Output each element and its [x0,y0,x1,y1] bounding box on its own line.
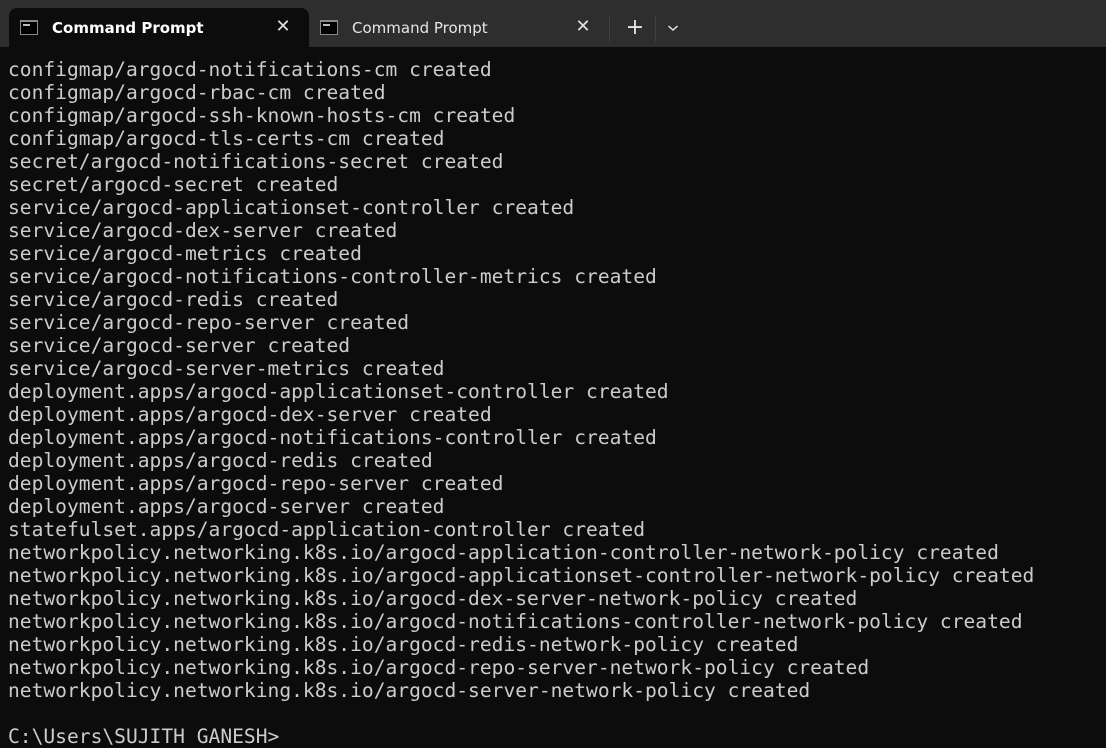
terminal-line: networkpolicy.networking.k8s.io/argocd-a… [8,541,999,564]
terminal-line: networkpolicy.networking.k8s.io/argocd-r… [8,633,799,656]
terminal-line: networkpolicy.networking.k8s.io/argocd-s… [8,679,811,702]
tab-command-prompt-1[interactable]: Command Prompt ✕ [9,8,309,47]
chevron-down-icon [668,25,678,32]
terminal-line: deployment.apps/argocd-repo-server creat… [8,472,504,495]
close-tab-button[interactable]: ✕ [573,17,593,37]
terminal-line: service/argocd-dex-server created [8,219,398,242]
cmd-icon [320,20,338,35]
tab-label: Command Prompt [52,19,204,37]
terminal-line: deployment.apps/argocd-applicationset-co… [8,380,669,403]
tab-command-prompt-2[interactable]: Command Prompt ✕ [309,8,609,47]
terminal-line: networkpolicy.networking.k8s.io/argocd-a… [8,564,1035,587]
terminal-line: deployment.apps/argocd-server created [8,495,445,518]
terminal-line: service/argocd-metrics created [8,242,362,265]
cmd-icon [20,20,38,35]
tab-dropdown-button[interactable] [660,15,686,41]
terminal-line: deployment.apps/argocd-redis created [8,449,433,472]
terminal-line: service/argocd-repo-server created [8,311,410,334]
tab-bar: Command Prompt ✕ Command Prompt ✕ + [0,0,1106,47]
tab-divider [609,15,610,42]
terminal-line: service/argocd-redis created [8,288,339,311]
terminal-line: secret/argocd-secret created [8,173,339,196]
command-prompt[interactable]: C:\Users\SUJITH GANESH> [8,725,1034,748]
terminal-line: configmap/argocd-tls-certs-cm created [8,127,445,150]
terminal-output[interactable]: configmap/argocd-notifications-cm create… [0,47,1106,748]
terminal-line: deployment.apps/argocd-dex-server create… [8,403,492,426]
terminal-line: service/argocd-server-metrics created [8,357,445,380]
terminal-line: networkpolicy.networking.k8s.io/argocd-r… [8,656,870,679]
terminal-line: networkpolicy.networking.k8s.io/argocd-n… [8,610,1023,633]
tab-divider [655,15,656,42]
terminal-line: configmap/argocd-rbac-cm created [8,81,386,104]
new-tab-button[interactable]: + [622,15,648,41]
terminal-line: deployment.apps/argocd-notifications-con… [8,426,657,449]
terminal-line: configmap/argocd-notifications-cm create… [8,58,492,81]
tab-label: Command Prompt [352,19,488,37]
terminal-line: networkpolicy.networking.k8s.io/argocd-d… [8,587,858,610]
terminal-line: configmap/argocd-ssh-known-hosts-cm crea… [8,104,516,127]
terminal-line: service/argocd-notifications-controller-… [8,265,657,288]
close-tab-button[interactable]: ✕ [273,17,293,37]
terminal-line: statefulset.apps/argocd-application-cont… [8,518,646,541]
terminal-lines: configmap/argocd-notifications-cm create… [8,58,1034,748]
terminal-line: service/argocd-server created [8,334,351,357]
terminal-line: service/argocd-applicationset-controller… [8,196,575,219]
terminal-line: secret/argocd-notifications-secret creat… [8,150,504,173]
